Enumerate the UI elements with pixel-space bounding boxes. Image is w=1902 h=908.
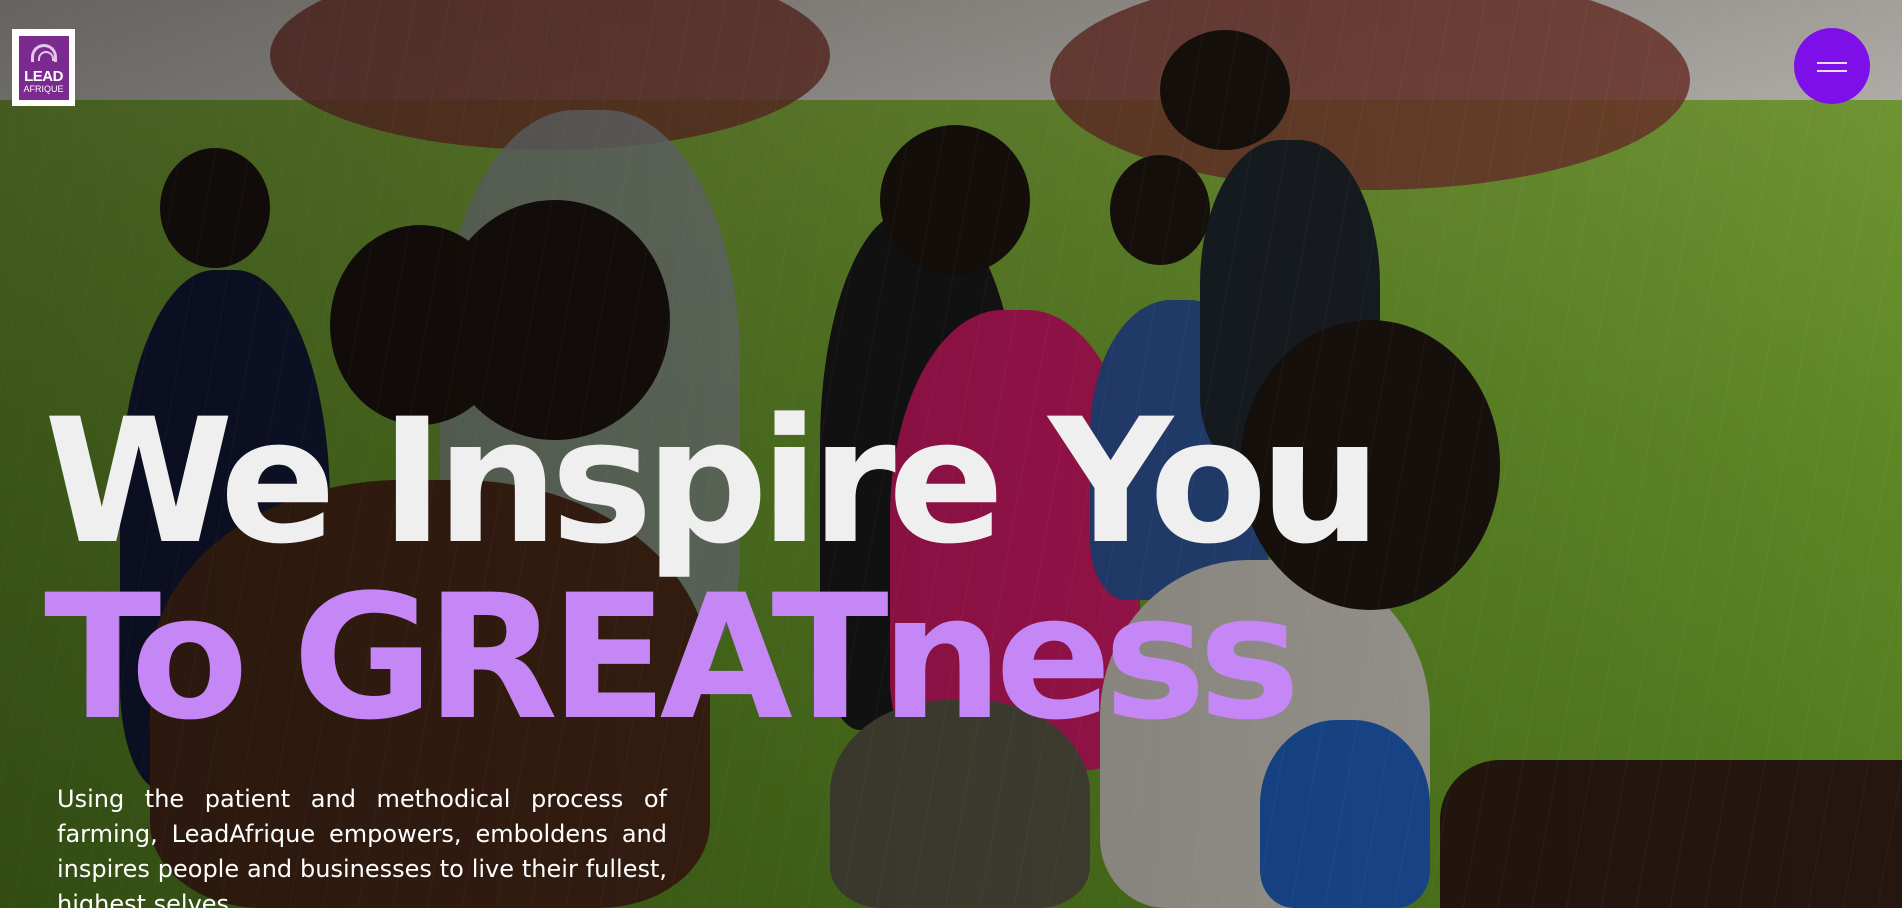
menu-button[interactable]: [1794, 28, 1870, 104]
logo-text-lead: LEAD: [24, 67, 63, 85]
headline-line-2: To GREATness: [44, 557, 1301, 758]
site-logo[interactable]: LEAD AFRIQUE: [12, 29, 75, 106]
hero-headline: We Inspire You To GREATness: [44, 381, 1382, 758]
logo-text-afrique: AFRIQUE: [23, 83, 64, 94]
hero-tagline: Using the patient and methodical process…: [57, 785, 667, 908]
headline-line-1: We Inspire You: [44, 381, 1382, 582]
leadafrique-logo-icon: LEAD AFRIQUE: [18, 35, 69, 100]
hamburger-menu-icon: [1817, 59, 1847, 73]
hero-section: LEAD AFRIQUE We Inspire You To GREATness…: [0, 0, 1902, 908]
